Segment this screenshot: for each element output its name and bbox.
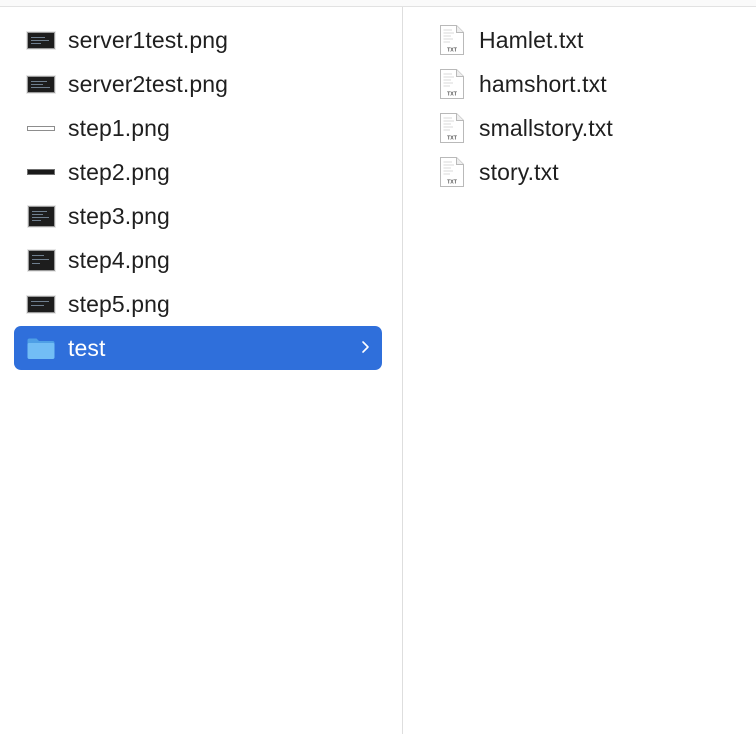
- file-item-label: server1test.png: [68, 26, 229, 53]
- file-item-label: Hamlet.txt: [479, 26, 584, 53]
- file-item-server1test[interactable]: server1test.png: [14, 18, 382, 62]
- file-item-step4[interactable]: step4.png: [14, 238, 382, 282]
- file-item-step1[interactable]: step1.png: [14, 106, 382, 150]
- image-thumbnail-icon: [26, 292, 56, 316]
- file-item-step2[interactable]: step2.png: [14, 150, 382, 194]
- window-top-edge: [0, 0, 756, 7]
- chevron-right-icon: [362, 341, 369, 353]
- svg-text:TXT: TXT: [447, 48, 458, 54]
- file-item-label: step5.png: [68, 290, 170, 317]
- file-item-hamshort[interactable]: TXT hamshort.txt: [427, 62, 747, 106]
- text-file-icon: TXT: [440, 25, 464, 55]
- image-thumbnail-icon: [26, 204, 56, 228]
- file-item-server2test[interactable]: server2test.png: [14, 62, 382, 106]
- file-item-story[interactable]: TXT story.txt: [427, 150, 747, 194]
- svg-text:TXT: TXT: [447, 92, 458, 98]
- file-item-step5[interactable]: step5.png: [14, 282, 382, 326]
- text-file-icon: TXT: [440, 157, 464, 187]
- svg-text:TXT: TXT: [447, 136, 458, 142]
- file-column-test-contents[interactable]: TXT Hamlet.txt TXT hamshort.txt TXT smal…: [403, 7, 756, 734]
- file-item-label: step4.png: [68, 246, 170, 273]
- file-item-step3[interactable]: step3.png: [14, 194, 382, 238]
- image-thumbnail-icon: [26, 116, 56, 140]
- text-file-icon: TXT: [440, 69, 464, 99]
- svg-text:TXT: TXT: [447, 180, 458, 186]
- file-item-label: smallstory.txt: [479, 114, 613, 141]
- file-item-label: server2test.png: [68, 70, 229, 97]
- image-thumbnail-icon: [26, 72, 56, 96]
- image-thumbnail-icon: [26, 248, 56, 272]
- folder-item-label: test: [68, 334, 106, 361]
- image-thumbnail-icon: [26, 28, 56, 52]
- file-item-label: step2.png: [68, 158, 170, 185]
- folder-icon: [27, 338, 55, 359]
- file-item-label: step3.png: [68, 202, 170, 229]
- text-file-icon: TXT: [440, 113, 464, 143]
- file-item-hamlet[interactable]: TXT Hamlet.txt: [427, 18, 747, 62]
- file-item-label: story.txt: [479, 158, 559, 185]
- file-item-smallstory[interactable]: TXT smallstory.txt: [427, 106, 747, 150]
- file-item-label: hamshort.txt: [479, 70, 607, 97]
- file-item-label: step1.png: [68, 114, 170, 141]
- file-column-parent[interactable]: server1test.png server2test.png step1.pn…: [0, 7, 402, 734]
- image-thumbnail-icon: [26, 160, 56, 184]
- folder-item-test[interactable]: test: [14, 326, 382, 370]
